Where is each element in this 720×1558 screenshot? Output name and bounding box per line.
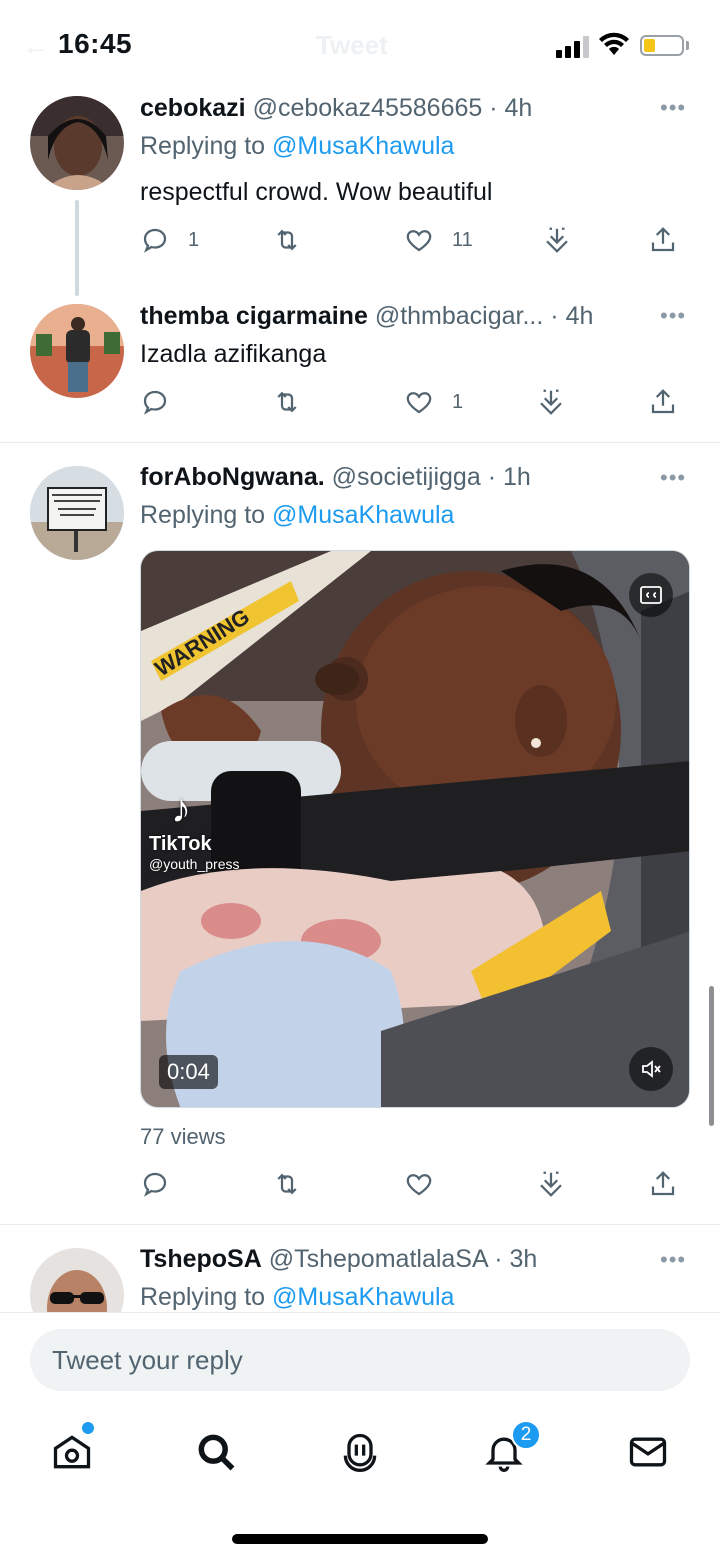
display-name[interactable]: forAboNgwana. bbox=[140, 463, 325, 491]
messages-icon bbox=[629, 1437, 667, 1467]
reply-icon bbox=[143, 1172, 167, 1197]
mention-link[interactable]: @MusaKhawula bbox=[272, 501, 454, 529]
download-button[interactable] bbox=[536, 1166, 566, 1202]
tab-search[interactable] bbox=[192, 1428, 240, 1476]
tweet-header: forAboNgwana. @societijigga · 1h bbox=[140, 462, 531, 492]
video-player[interactable]: WARNING ♪ TikTok @youth_press 0:04 bbox=[140, 550, 690, 1108]
status-time: 16:45 bbox=[58, 28, 133, 59]
avatar[interactable] bbox=[30, 466, 124, 560]
share-button[interactable] bbox=[648, 1166, 678, 1202]
tab-home[interactable] bbox=[48, 1428, 96, 1476]
tweet-time[interactable]: 1h bbox=[503, 463, 531, 491]
avatar[interactable] bbox=[30, 1248, 124, 1312]
replying-prefix: Replying to bbox=[140, 501, 266, 529]
download-icon bbox=[540, 1171, 562, 1197]
separator: · bbox=[494, 1245, 503, 1273]
like-button[interactable] bbox=[404, 1166, 452, 1202]
tiktok-logo-icon: ♪ bbox=[171, 787, 191, 831]
page-title: Tweet bbox=[316, 30, 388, 60]
status-bar: ← Tweet 16:45 bbox=[0, 0, 720, 88]
bottom-tab-bar: 2 bbox=[0, 1408, 720, 1558]
tweet-time[interactable]: 3h bbox=[510, 1245, 538, 1273]
search-icon bbox=[198, 1434, 235, 1471]
scrollbar[interactable] bbox=[709, 986, 714, 1126]
reply-tweet[interactable]: forAboNgwana. @societijigga · 1h ••• Rep… bbox=[0, 88, 720, 1224]
replying-to: Replying to @MusaKhawula bbox=[140, 1282, 454, 1312]
more-options-icon[interactable]: ••• bbox=[660, 467, 686, 489]
tab-messages[interactable] bbox=[624, 1428, 672, 1476]
replying-to: Replying to @MusaKhawula bbox=[140, 500, 454, 530]
tiktok-watermark: ♪ TikTok @youth_press bbox=[149, 787, 239, 872]
more-options-icon[interactable]: ••• bbox=[660, 1249, 686, 1271]
cellular-signal-icon bbox=[556, 36, 590, 58]
replying-prefix: Replying to bbox=[140, 1283, 266, 1311]
video-duration: 0:04 bbox=[159, 1055, 218, 1089]
notifications-badge: 2 bbox=[511, 1420, 541, 1450]
spaces-icon bbox=[343, 1433, 377, 1472]
battery-icon bbox=[640, 35, 684, 56]
retweet-icon bbox=[277, 1173, 297, 1195]
heart-icon bbox=[406, 1174, 432, 1196]
back-arrow-icon[interactable]: ← bbox=[22, 30, 50, 62]
tiktok-brand: TikTok bbox=[149, 833, 212, 855]
home-indicator[interactable] bbox=[232, 1534, 488, 1544]
share-icon bbox=[651, 1171, 675, 1196]
retweet-button[interactable] bbox=[272, 1166, 320, 1202]
wifi-icon bbox=[599, 32, 629, 55]
reply-input[interactable] bbox=[30, 1329, 690, 1391]
home-new-dot bbox=[82, 1422, 94, 1434]
battery-cap bbox=[686, 41, 689, 50]
reply-composer bbox=[0, 1312, 720, 1408]
tab-spaces[interactable] bbox=[336, 1428, 384, 1476]
tweet-actions bbox=[140, 1166, 688, 1202]
separator: · bbox=[487, 463, 497, 491]
mention-link[interactable]: @MusaKhawula bbox=[272, 1283, 454, 1311]
reply-button[interactable] bbox=[140, 1166, 188, 1202]
user-handle[interactable]: @TshepomatlalaSA bbox=[269, 1245, 488, 1273]
user-handle[interactable]: @societijigga bbox=[332, 463, 481, 491]
tiktok-user: @youth_press bbox=[149, 856, 240, 872]
replies-timeline[interactable]: cebokazi @cebokaz45586665 · 4h ••• Reply… bbox=[0, 88, 720, 1312]
home-icon bbox=[53, 1435, 91, 1469]
view-count: 77 views bbox=[140, 1124, 226, 1149]
tweet-header: TshepoSA @TshepomatlalaSA · 3h bbox=[140, 1244, 537, 1274]
display-name[interactable]: TshepoSA bbox=[140, 1245, 262, 1273]
reply-tweet[interactable]: TshepoSA @TshepomatlalaSA · 3h ••• Reply… bbox=[0, 1224, 720, 1312]
captions-icon[interactable] bbox=[629, 573, 673, 617]
mute-icon[interactable] bbox=[629, 1047, 673, 1091]
